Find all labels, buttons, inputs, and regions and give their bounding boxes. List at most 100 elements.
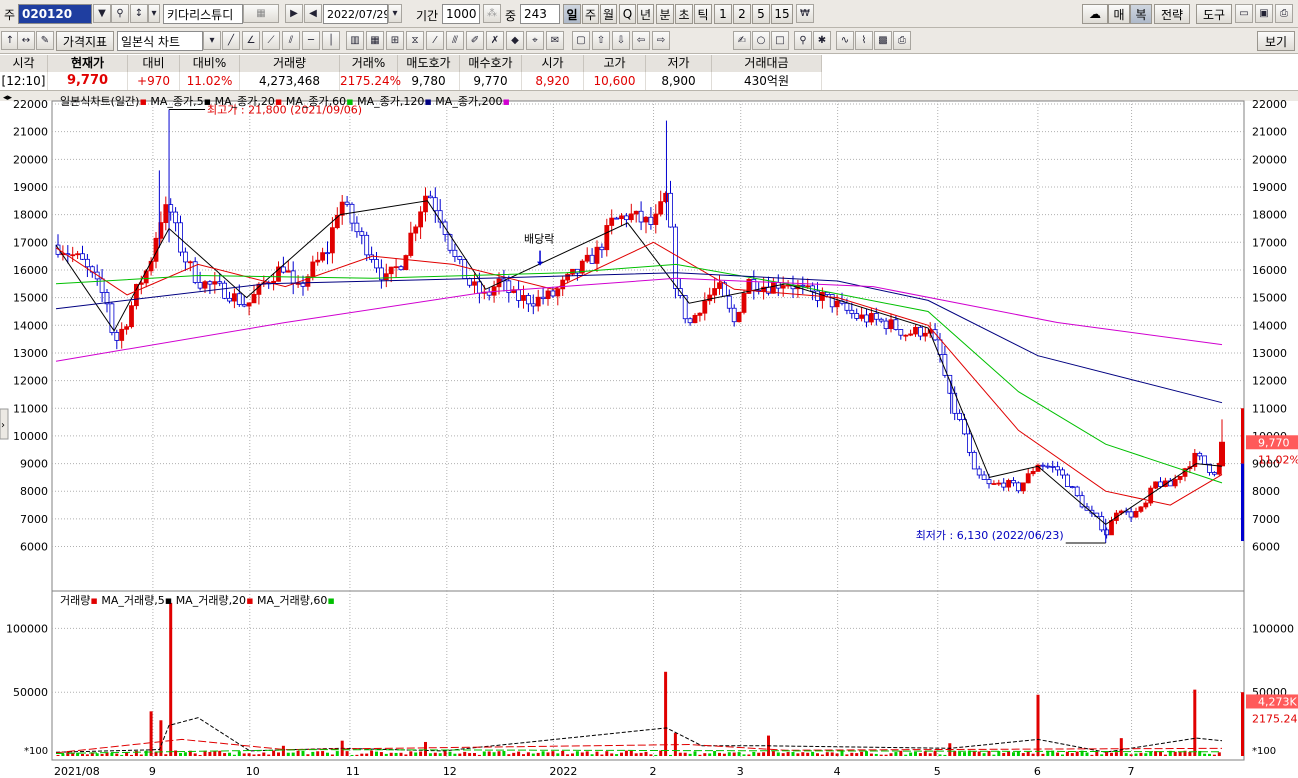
cloud-icon[interactable]: ☁	[1082, 4, 1108, 24]
stock-code-input[interactable]: 020120	[18, 4, 92, 24]
candle-body	[349, 203, 355, 224]
arrow-up-icon[interactable]: ⇧	[592, 31, 610, 50]
cycle-icon[interactable]: ⧖	[406, 31, 424, 50]
edit-icon[interactable]: ✎	[36, 31, 54, 50]
candle-body	[1099, 516, 1105, 531]
quote-header-0: 시각	[0, 55, 48, 72]
back-icon[interactable]: ◀	[304, 4, 322, 23]
side-chevron-icon[interactable]: ›	[1, 420, 5, 431]
grid-icon[interactable]: ▦	[366, 31, 384, 50]
play-icon[interactable]: ▶	[285, 4, 303, 23]
stock-name-field[interactable]: 키다리스튜디	[163, 4, 243, 24]
interval-button-5[interactable]: 분	[656, 4, 674, 24]
note-icon[interactable]: ✉	[546, 31, 564, 50]
pencil-icon[interactable]: ✐	[466, 31, 484, 50]
zoom-icon[interactable]: ⚲	[794, 31, 812, 50]
sell-button[interactable]: 매	[1108, 4, 1130, 24]
interval-button-0[interactable]: 일	[563, 4, 581, 24]
line-icon[interactable]: ╱	[222, 31, 240, 50]
strategy-button[interactable]: 전략	[1154, 4, 1190, 24]
interval-button-4[interactable]: 년	[637, 4, 654, 24]
price-chart[interactable]: ◂▸›6000 60007000 70008000 80009000 900010000…	[0, 91, 1298, 778]
name-suggest-icon[interactable]: ▦	[243, 4, 279, 23]
interval-button-10[interactable]: 5	[752, 4, 770, 24]
arrow-right-icon[interactable]: ⇨	[652, 31, 670, 50]
volume-bar	[85, 754, 89, 756]
image-icon[interactable]: ▩	[874, 31, 892, 50]
candle-body	[452, 249, 458, 257]
tag-icon[interactable]: ⌖	[526, 31, 544, 50]
hline-icon[interactable]: ─	[302, 31, 320, 50]
price-tick-right: 13000	[1252, 347, 1287, 360]
candle-body	[1050, 465, 1056, 468]
wave-icon[interactable]: ∿	[836, 31, 854, 50]
period-input[interactable]: 1000	[442, 4, 480, 24]
interval-button-3[interactable]: Q	[619, 4, 636, 24]
bars-icon[interactable]: ▥	[346, 31, 364, 50]
angle-icon[interactable]: ∠	[242, 31, 260, 50]
arrow-left-icon[interactable]: ⇦	[632, 31, 650, 50]
volume-bar	[345, 751, 349, 756]
sort-dropdown-icon[interactable]: ▾	[148, 4, 160, 23]
date-input[interactable]: 2022/07/29	[323, 4, 388, 24]
circle-icon[interactable]: ○	[752, 31, 770, 50]
compound-button[interactable]: 복	[1130, 4, 1152, 24]
trend-icon[interactable]: ⟋	[262, 31, 280, 50]
price-tag: 9,770	[1258, 436, 1290, 449]
candle-body	[374, 259, 379, 269]
print-icon[interactable]: ⎙	[1275, 4, 1293, 23]
printer-icon[interactable]: ⎙	[893, 31, 911, 50]
memo-icon[interactable]: ✍	[733, 31, 751, 50]
candle-body	[687, 318, 693, 324]
price-indicator-button[interactable]: 가격지표	[56, 31, 114, 51]
quote-value-0: [12:10]	[0, 72, 48, 90]
volume-bar	[747, 754, 751, 756]
frame-icon[interactable]: ▢	[572, 31, 590, 50]
grid-icon[interactable]: ⁂	[483, 4, 501, 23]
mid-input[interactable]: 243	[520, 4, 560, 24]
candle-body	[364, 234, 370, 256]
candle-body	[922, 332, 928, 337]
candle-body	[1001, 482, 1007, 488]
chart-type-dropdown-icon[interactable]: ▾	[203, 31, 221, 50]
interval-button-8[interactable]: 1	[714, 4, 732, 24]
interval-button-6[interactable]: 초	[675, 4, 693, 24]
interval-button-9[interactable]: 2	[733, 4, 751, 24]
ray-icon[interactable]: ⁄	[426, 31, 444, 50]
pattern-icon[interactable]: ⌇	[855, 31, 873, 50]
save-icon[interactable]: ▣	[1255, 4, 1273, 23]
channel-icon[interactable]: ⊞	[386, 31, 404, 50]
fan-icon[interactable]: ⫽	[282, 31, 300, 50]
legend-vma60: MA_거래량,60	[257, 594, 328, 607]
interval-button-1[interactable]: 주	[582, 4, 599, 24]
scroll-arrows-icon[interactable]: ◂▸	[3, 93, 13, 103]
date-dropdown-icon[interactable]: ▾	[388, 4, 402, 23]
vline-icon[interactable]: │	[322, 31, 340, 50]
candle-body	[197, 282, 203, 289]
tools-button[interactable]: 도구	[1196, 4, 1232, 24]
arrow-left-right-icon[interactable]: ↔	[17, 31, 35, 50]
fill-icon[interactable]: ◆	[506, 31, 524, 50]
volume-bar	[757, 752, 761, 756]
search-icon[interactable]: ⚲	[111, 4, 129, 23]
parallel-icon[interactable]: ⫻	[446, 31, 464, 50]
cross-icon[interactable]: ✗	[486, 31, 504, 50]
candle-body	[432, 197, 438, 212]
code-dropdown-icon[interactable]: ▼	[93, 4, 111, 23]
chart-type-select[interactable]: 일본식 차트	[117, 31, 203, 51]
rect-icon[interactable]: □	[771, 31, 789, 50]
price-tick-left: 11000	[13, 402, 48, 415]
interval-button-7[interactable]: 틱	[694, 4, 712, 24]
view-button[interactable]: 보기	[1257, 31, 1295, 51]
won-icon[interactable]: ₩	[796, 4, 814, 23]
volume-bar	[443, 751, 447, 756]
sort-icon[interactable]: ↕	[130, 4, 148, 23]
folder-icon[interactable]: ▭	[1235, 4, 1253, 23]
arrow-down-icon[interactable]: ⇩	[612, 31, 630, 50]
interval-button-11[interactable]: 15	[771, 4, 793, 24]
candle-body	[981, 474, 987, 480]
magic-icon[interactable]: ✱	[813, 31, 831, 50]
interval-button-2[interactable]: 월	[600, 4, 617, 24]
quote-header-7: 매수호가	[460, 55, 522, 72]
price-tick-left: 16000	[13, 264, 48, 277]
